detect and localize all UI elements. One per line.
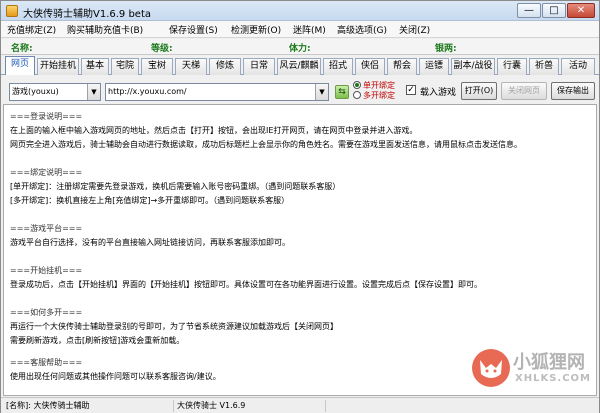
- menu-check-update[interactable]: 检测更新(O): [231, 23, 281, 36]
- menu-close[interactable]: 关闭(Z): [399, 23, 430, 36]
- menu-buy-card[interactable]: 购买辅助充值卡(B): [67, 23, 143, 36]
- close-button[interactable]: ✕: [567, 3, 595, 18]
- tab-bar: 网页 开始挂机 基本 宅院 宝树 天梯 修炼 日常 风云/麒麟 招式 侠侣 帮会…: [1, 56, 599, 75]
- radio-single-bind-label: 单开绑定: [363, 81, 395, 90]
- radio-single-bind-dot: [353, 81, 361, 89]
- section-heading-platform: ===游戏平台===: [10, 224, 83, 233]
- url-value: http://x.youxu.com/: [108, 87, 187, 96]
- status-bar: [名称]: 大侠传骑士辅助 大侠传骑士 V1.6.9: [1, 397, 599, 413]
- section-heading-bind: ===绑定说明===: [10, 168, 83, 177]
- game-platform-value: 游戏(youxu): [12, 87, 59, 96]
- tab-daily[interactable]: 日常: [243, 58, 275, 75]
- tab-inventory[interactable]: 行囊: [497, 58, 527, 75]
- main-window: 大侠传骑士辅助V1.6.9 beta — □ ✕ 充值绑定(Z) 购买辅助充值卡…: [0, 0, 600, 413]
- radio-multi-bind-dot: [353, 91, 361, 99]
- load-game-label: 载入游戏: [420, 88, 457, 98]
- watermark-title: 小狐狸网: [513, 352, 585, 373]
- load-game-checkbox[interactable]: ✓: [406, 85, 416, 95]
- menu-advanced[interactable]: 高级选项(G): [337, 23, 387, 36]
- text-line: [多开绑定]：换机直接左上角[充值绑定]→多开重绑即可。（遇到问题联系客服）: [10, 196, 290, 205]
- open-button[interactable]: 打开(O): [461, 82, 497, 100]
- section-heading-help: ===客服帮助===: [10, 358, 83, 367]
- chevron-down-icon: ▼: [315, 84, 328, 100]
- status-version: 大侠传骑士 V1.6.9: [173, 400, 323, 412]
- watermark: 小狐狸网 XHLKS.COM: [471, 346, 599, 394]
- tab-dungeon-battle[interactable]: 副本/战役: [451, 58, 495, 75]
- save-output-button[interactable]: 保存输出: [551, 82, 595, 100]
- status-name: [名称]: 大侠传骑士辅助: [6, 401, 90, 410]
- game-platform-select[interactable]: 游戏(youxu) ▼: [9, 83, 101, 101]
- fox-logo-icon: [472, 349, 510, 387]
- tab-moves[interactable]: 招式: [323, 58, 353, 75]
- text-line: 网页完全进入游戏后，骑士辅助会自动进行数据读取，成功后标题栏上会显示你的角色姓名…: [10, 140, 522, 149]
- tab-events[interactable]: 活动: [561, 58, 595, 75]
- watermark-subtitle: XHLKS.COM: [515, 373, 591, 384]
- section-heading-multi: ===如何多开===: [10, 308, 83, 317]
- text-line: 在上面的输入框中输入游戏网页的地址，然后点击【打开】按钮，会出现IE打开网页，请…: [10, 126, 418, 135]
- stat-stamina-label: 体力:: [289, 44, 311, 54]
- stats-bar: 名称: 等级: 体力: 银两:: [1, 39, 599, 55]
- text-line: 使用出现任何问题或其他操作问题可以联系客服咨询/建议。: [10, 372, 221, 381]
- tab-webpage[interactable]: 网页: [5, 56, 35, 75]
- tab-start-hangup[interactable]: 开始挂机: [37, 58, 79, 75]
- maximize-button[interactable]: □: [542, 3, 566, 18]
- radio-multi-bind-label: 多开绑定: [363, 91, 395, 100]
- tab-treasure-tree[interactable]: 宝树: [141, 58, 173, 75]
- tab-escort[interactable]: 运镖: [419, 58, 449, 75]
- close-page-button[interactable]: 关闭网页: [501, 82, 547, 100]
- title-bar[interactable]: 大侠传骑士辅助V1.6.9 beta — □ ✕: [1, 1, 599, 21]
- menu-maze[interactable]: 迷阵(M): [293, 23, 326, 36]
- status-empty: [325, 400, 597, 412]
- tab-basic[interactable]: 基本: [81, 58, 109, 75]
- text-line: 游戏平台自行选择，没有的平台直接输入网址链接访问，再联系客服添加即可。: [10, 238, 290, 247]
- tab-fengyun-qilin[interactable]: 风云/麒麟: [277, 58, 321, 75]
- text-line: 需要刷新游戏，点击[刷新按钮]游戏会重新加载。: [10, 336, 185, 345]
- text-line: 登录成功后，点击【开始挂机】界面的【开始挂机】按钮即可。具体设置可在各功能界面进…: [10, 280, 482, 289]
- text-line: [单开绑定]：注册绑定需要先登录游戏，换机后需要输入账号密码重绑。（遇到问题联系…: [10, 182, 341, 191]
- menu-save-settings[interactable]: 保存设置(S): [169, 23, 218, 36]
- menu-bar: 充值绑定(Z) 购买辅助充值卡(B) 保存设置(S) 检测更新(O) 迷阵(M)…: [1, 21, 599, 38]
- app-icon: [6, 5, 18, 17]
- refresh-arrows-icon[interactable]: ⇆: [335, 85, 349, 99]
- url-combobox[interactable]: http://x.youxu.com/ ▼: [105, 83, 329, 101]
- stat-name-label: 名称:: [11, 44, 33, 54]
- section-heading-hangup: ===开始挂机===: [10, 266, 83, 275]
- window-title: 大侠传骑士辅助V1.6.9 beta: [23, 9, 152, 20]
- tab-guild[interactable]: 帮会: [387, 58, 417, 75]
- stat-level-label: 等级:: [151, 44, 173, 54]
- text-line: 再运行一个大侠传骑士辅助登录别的号即可，为了节省系统资源建议加载游戏后【关闭网页…: [10, 322, 338, 331]
- section-heading-login: ===登录说明===: [10, 112, 83, 121]
- menu-recharge-bind[interactable]: 充值绑定(Z): [7, 23, 56, 36]
- chevron-down-icon: ▼: [87, 84, 100, 100]
- tab-cultivate[interactable]: 修炼: [209, 58, 241, 75]
- minimize-button[interactable]: —: [517, 3, 541, 18]
- tab-ladder[interactable]: 天梯: [175, 58, 207, 75]
- stat-gold-label: 银两:: [435, 44, 457, 54]
- tab-pray-beast[interactable]: 祈兽: [529, 58, 559, 75]
- radio-multi-bind[interactable]: 多开绑定: [353, 90, 395, 101]
- tab-companion[interactable]: 侠侣: [355, 58, 385, 75]
- tab-mansion[interactable]: 宅院: [111, 58, 139, 75]
